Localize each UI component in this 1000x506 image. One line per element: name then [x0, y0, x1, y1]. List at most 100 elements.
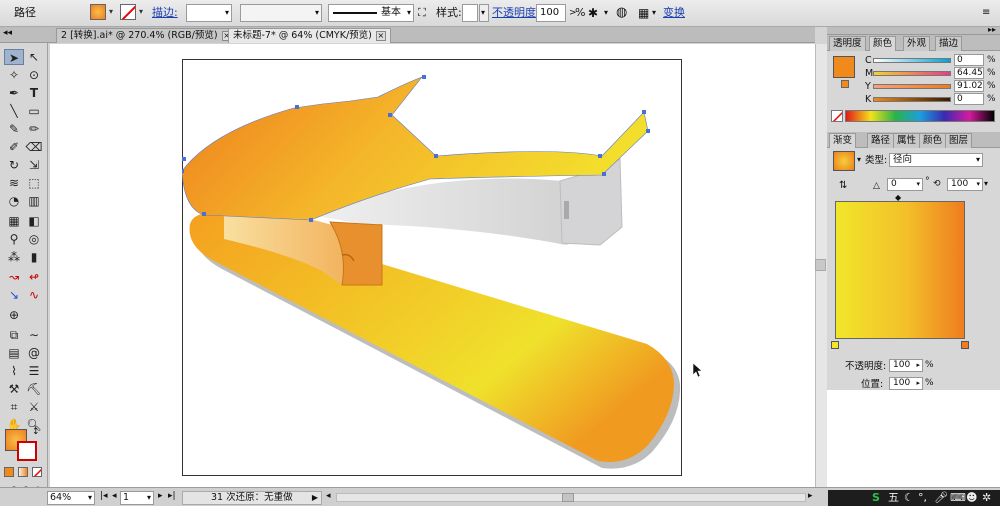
blob-brush-tool-icon[interactable]: ✐ [4, 139, 24, 155]
knife-tool-icon[interactable]: ⚒ [4, 381, 24, 397]
channel-m-slider[interactable] [873, 71, 951, 76]
menu-list-icon[interactable]: ☰ [24, 363, 44, 379]
stroke-color-box[interactable] [17, 441, 37, 461]
stroke-swatch[interactable] [120, 4, 136, 20]
punctuation-icon[interactable]: °, [918, 491, 927, 505]
chart-tool-icon[interactable]: ▤ [4, 345, 24, 361]
stapler-artwork[interactable] [182, 59, 682, 476]
scroll-right-icon[interactable]: ▸ [808, 491, 813, 501]
chevron-down-icon[interactable]: ▾ [604, 4, 612, 22]
blend-tool-icon[interactable]: ◎ [24, 231, 44, 247]
tab-color[interactable]: 颜色 [869, 36, 897, 51]
stroke-dropdown-arrow-icon[interactable]: ▾ [137, 4, 145, 22]
sogou-logo-icon[interactable]: S [872, 491, 880, 505]
spiral-tool-icon[interactable]: @ [24, 345, 44, 361]
custom-tool-b-icon[interactable]: ↫ [24, 269, 44, 285]
chevron-down-icon[interactable]: ▾ [857, 155, 861, 164]
mesh-tool-icon[interactable]: ▦ [4, 213, 24, 229]
channel-y-value[interactable]: 91.02 [954, 80, 984, 92]
gradient-stop-end[interactable] [961, 341, 969, 349]
keyboard-icon[interactable]: ⌨ [950, 491, 966, 505]
gradient-preview-swatch[interactable] [833, 151, 855, 171]
opacity-field[interactable]: 100 [536, 4, 566, 22]
align-options-icon[interactable]: ⛶ [418, 4, 432, 22]
crop-tool-icon[interactable]: ⌗ [4, 399, 24, 415]
channel-y-slider[interactable] [873, 84, 951, 89]
gradient-type-select[interactable]: 径向 ▾ [889, 153, 983, 167]
tab-stroke[interactable]: 描边 [935, 36, 963, 51]
channel-m-value[interactable]: 64.45 [954, 67, 984, 79]
history-status[interactable]: 31 次还原：无重做 ▶ [182, 491, 322, 505]
magic-wand-tool-icon[interactable]: ✧ [4, 67, 24, 83]
rectangle-tool-icon[interactable]: ▭ [24, 103, 44, 119]
measure-tool-icon[interactable]: ⛏ [24, 381, 44, 397]
close-icon[interactable]: × [375, 31, 386, 41]
tab-layers[interactable]: 图层 [945, 133, 973, 148]
align-grid-icon[interactable]: ▦ [638, 4, 652, 22]
gradient-mode-icon[interactable] [18, 467, 28, 477]
eyedropper-tool-icon[interactable]: ⚲ [4, 231, 24, 247]
lasso-tool-icon[interactable]: ⊙ [24, 67, 44, 83]
path-tool-icon[interactable]: ⌇ [4, 363, 24, 379]
tab-appearance[interactable]: 外观 [903, 36, 931, 51]
tab-attributes[interactable]: 属性 [893, 133, 921, 148]
slice-tool-icon[interactable]: ⚔ [24, 399, 44, 415]
mic-icon[interactable]: 🎤︎ [934, 491, 948, 505]
last-artboard-icon[interactable]: ▸| [168, 491, 176, 501]
crosshair-tool-icon[interactable]: ⊕ [4, 307, 24, 323]
user-icon[interactable]: ☻ [966, 491, 977, 505]
transform-link[interactable]: 变换 [663, 4, 685, 22]
ime-mode-label[interactable]: 五 [888, 491, 899, 505]
angle-field[interactable]: 0 ▾ [887, 178, 923, 191]
first-artboard-icon[interactable]: |◂ [100, 491, 108, 501]
direct-selection-tool-icon[interactable]: ↖ [24, 49, 44, 65]
custom-tool-d-icon[interactable]: ∿ [24, 287, 44, 303]
document-tab-2[interactable]: 未标题-7* @ 64% (CMYK/预览) × [228, 28, 391, 43]
pen-tool-icon[interactable]: ✒ [4, 85, 24, 101]
paintbrush-tool-icon[interactable]: ✎ [4, 121, 24, 137]
out-of-gamut-icon[interactable] [841, 80, 849, 88]
channel-c-slider[interactable] [873, 58, 951, 63]
scroll-left-icon[interactable]: ◂ [326, 491, 331, 501]
current-color-swatch[interactable] [833, 56, 855, 78]
free-transform-tool-icon[interactable]: ⬚ [24, 175, 44, 191]
color-spectrum-bar[interactable] [845, 110, 995, 122]
stroke-link[interactable]: 描边: [152, 4, 178, 22]
custom-tool-a-icon[interactable]: ↝ [4, 269, 24, 285]
gradient-stop-start[interactable] [831, 341, 839, 349]
collapse-icon[interactable]: ◂◂ [3, 28, 12, 38]
artboard-number-field[interactable]: 1 ▾ [120, 491, 154, 505]
color-mode-icon[interactable] [4, 467, 14, 477]
type-tool-icon[interactable]: T [24, 85, 44, 101]
chevron-down-icon[interactable]: ▾ [984, 179, 988, 188]
aspect-ratio-field[interactable]: 100 ▾ [947, 178, 983, 191]
channel-k-value[interactable]: 0 [954, 93, 984, 105]
reverse-gradient-icon[interactable]: ⇅ [839, 180, 847, 191]
variable-width-field[interactable]: ▾ [240, 4, 322, 22]
prev-artboard-icon[interactable]: ◂ [112, 491, 117, 501]
collapse-icon[interactable]: ▸▸ [988, 25, 996, 34]
channel-k-slider[interactable] [873, 97, 951, 102]
fill-swatch[interactable] [90, 4, 106, 20]
channel-c-value[interactable]: 0 [954, 54, 984, 66]
tab-pathfinder[interactable]: 路径 [867, 133, 895, 148]
wave-tool-icon[interactable]: ∼ [24, 327, 44, 343]
horizontal-scroll-thumb[interactable] [562, 493, 574, 502]
pencil-tool-icon[interactable]: ✏ [24, 121, 44, 137]
fill-dropdown-arrow-icon[interactable]: ▾ [107, 4, 115, 22]
warp-tool-icon[interactable]: ≋ [4, 175, 24, 191]
zoom-field[interactable]: 64% ▾ [47, 491, 95, 505]
shape-builder-tool-icon[interactable]: ◔ [4, 193, 24, 209]
chevron-down-icon[interactable]: ▾ [652, 4, 660, 22]
graphic-style-swatch[interactable] [462, 4, 478, 22]
stop-position-field[interactable]: 100 ▸ [889, 377, 923, 390]
moon-icon[interactable]: ☾ [904, 491, 914, 505]
eraser-tool-icon[interactable]: ⌫ [24, 139, 44, 155]
column-graph-tool-icon[interactable]: ▮ [24, 249, 44, 265]
settings-icon[interactable]: ✲ [982, 491, 991, 505]
tab-gradient[interactable]: 渐变 [829, 133, 857, 148]
line-tool-icon[interactable]: ╲ [4, 103, 24, 119]
rotate-tool-icon[interactable]: ↻ [4, 157, 24, 173]
stapler-base[interactable] [189, 213, 674, 462]
gradient-tool-icon[interactable]: ◧ [24, 213, 44, 229]
